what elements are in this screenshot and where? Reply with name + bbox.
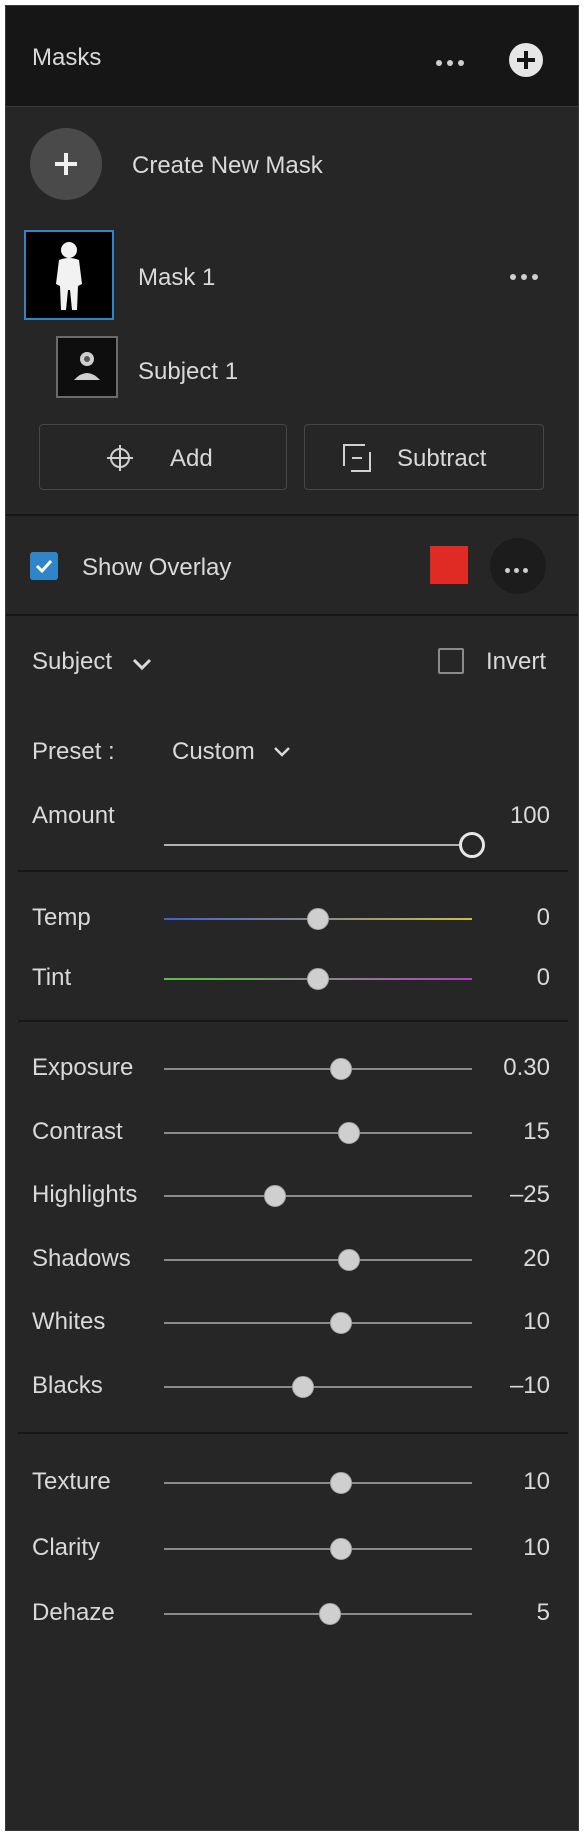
- preset-chevron-down-icon[interactable]: [272, 744, 292, 760]
- whites-value[interactable]: 10: [430, 1308, 550, 1336]
- add-mask-mode-icon: [107, 445, 133, 471]
- dehaze-label: Dehaze: [32, 1599, 115, 1626]
- blacks-slider-thumb[interactable]: [291, 1375, 314, 1398]
- masks-panel: Masks Create New Mask Mask 1 Subject 1 A…: [5, 5, 579, 1831]
- dehaze-slider-track[interactable]: [164, 1613, 472, 1615]
- divider: [6, 514, 578, 516]
- subject1-label[interactable]: Subject 1: [138, 358, 238, 386]
- dehaze-slider-row: Dehaze 5: [6, 1597, 578, 1637]
- amount-slider-track[interactable]: [164, 844, 472, 846]
- tint-slider-row: Tint 0: [6, 962, 578, 1002]
- chevron-down-icon[interactable]: [130, 654, 154, 674]
- dehaze-slider-thumb[interactable]: [319, 1603, 342, 1625]
- shadows-slider-track[interactable]: [164, 1258, 472, 1261]
- shadows-value[interactable]: 20: [430, 1245, 550, 1273]
- mask1-label[interactable]: Mask 1: [138, 264, 215, 292]
- create-new-mask-label: Create New Mask: [132, 152, 323, 179]
- blacks-label: Blacks: [32, 1371, 103, 1399]
- whites-label: Whites: [32, 1308, 106, 1335]
- tint-slider-thumb[interactable]: [307, 968, 329, 990]
- shadows-slider-row: Shadows 20: [6, 1243, 578, 1283]
- temp-slider-row: Temp 0: [6, 902, 578, 942]
- dehaze-value[interactable]: 5: [430, 1599, 550, 1627]
- preset-value[interactable]: Custom: [172, 738, 255, 766]
- clarity-slider-track[interactable]: [164, 1547, 472, 1550]
- mask1-more-icon[interactable]: [510, 274, 538, 280]
- exposure-value[interactable]: 0.30: [430, 1054, 550, 1082]
- clarity-slider-row: Clarity 10: [6, 1532, 578, 1572]
- blacks-slider-track[interactable]: [164, 1385, 472, 1388]
- amount-label: Amount: [32, 802, 115, 829]
- texture-label: Texture: [32, 1468, 111, 1495]
- subject-section-title[interactable]: Subject: [32, 648, 112, 676]
- divider: [18, 870, 568, 872]
- amount-slider-thumb[interactable]: [459, 832, 485, 858]
- exposure-label: Exposure: [32, 1054, 134, 1081]
- contrast-slider-thumb[interactable]: [337, 1121, 360, 1144]
- highlights-label: Highlights: [32, 1181, 138, 1208]
- create-new-mask-button[interactable]: Create New Mask: [30, 128, 510, 200]
- blacks-value[interactable]: –10: [430, 1372, 550, 1400]
- preset-label: Preset :: [32, 738, 115, 765]
- temp-label: Temp: [32, 904, 91, 931]
- person-silhouette-icon: [56, 242, 82, 310]
- divider: [18, 1020, 568, 1022]
- clarity-label: Clarity: [32, 1533, 101, 1561]
- temp-slider-thumb[interactable]: [307, 908, 329, 930]
- shadows-label: Shadows: [32, 1244, 131, 1272]
- overlay-options-button[interactable]: [490, 538, 546, 594]
- exposure-slider-thumb[interactable]: [330, 1058, 353, 1080]
- subject1-thumbnail[interactable]: [56, 336, 118, 398]
- divider: [6, 614, 578, 616]
- whites-slider-thumb[interactable]: [330, 1312, 353, 1334]
- contrast-label: Contrast: [32, 1117, 123, 1145]
- whites-slider-track[interactable]: [164, 1322, 472, 1324]
- temp-value[interactable]: 0: [430, 904, 550, 932]
- blacks-slider-row: Blacks –10: [6, 1370, 578, 1410]
- more-options-icon[interactable]: [436, 60, 464, 66]
- clarity-slider-thumb[interactable]: [330, 1537, 353, 1560]
- subject-person-icon: [74, 352, 100, 380]
- add-label: Add: [170, 445, 213, 472]
- panel-title: Masks: [32, 44, 102, 71]
- overlay-more-icon: [505, 568, 528, 573]
- show-overlay-checkbox[interactable]: [30, 552, 58, 580]
- tint-label: Tint: [32, 964, 72, 991]
- texture-slider-thumb[interactable]: [330, 1472, 353, 1494]
- contrast-value[interactable]: 15: [430, 1118, 550, 1146]
- mask1-thumbnail[interactable]: [24, 230, 114, 320]
- highlights-slider-row: Highlights –25: [6, 1179, 578, 1219]
- whites-slider-row: Whites 10: [6, 1306, 578, 1346]
- checkmark-icon: [35, 559, 53, 574]
- clarity-value[interactable]: 10: [430, 1534, 550, 1562]
- divider: [18, 1432, 568, 1434]
- highlights-value[interactable]: –25: [430, 1181, 550, 1209]
- exposure-slider-row: Exposure 0.30: [6, 1052, 578, 1092]
- add-mask-icon[interactable]: [508, 42, 544, 78]
- plus-circle-icon: [30, 128, 102, 200]
- texture-value[interactable]: 10: [430, 1468, 550, 1496]
- texture-slider-row: Texture 10: [6, 1466, 578, 1506]
- add-button[interactable]: Add: [39, 424, 287, 490]
- overlay-color-swatch[interactable]: [430, 546, 468, 584]
- highlights-slider-thumb[interactable]: [263, 1185, 286, 1207]
- tint-value[interactable]: 0: [430, 964, 550, 992]
- subtract-button[interactable]: Subtract: [304, 424, 544, 490]
- show-overlay-label: Show Overlay: [82, 554, 232, 581]
- invert-label: Invert: [486, 648, 547, 675]
- highlights-slider-track[interactable]: [164, 1195, 472, 1197]
- invert-checkbox[interactable]: [438, 648, 464, 674]
- texture-slider-track[interactable]: [164, 1482, 472, 1484]
- contrast-slider-row: Contrast 15: [6, 1116, 578, 1156]
- shadows-slider-thumb[interactable]: [337, 1248, 360, 1271]
- contrast-slider-track[interactable]: [164, 1131, 472, 1134]
- subtract-label: Subtract: [397, 445, 487, 472]
- subtract-mask-mode-icon: [343, 444, 371, 472]
- exposure-slider-track[interactable]: [164, 1068, 472, 1070]
- panel-header: Masks: [6, 6, 578, 107]
- amount-value[interactable]: 100: [430, 802, 550, 830]
